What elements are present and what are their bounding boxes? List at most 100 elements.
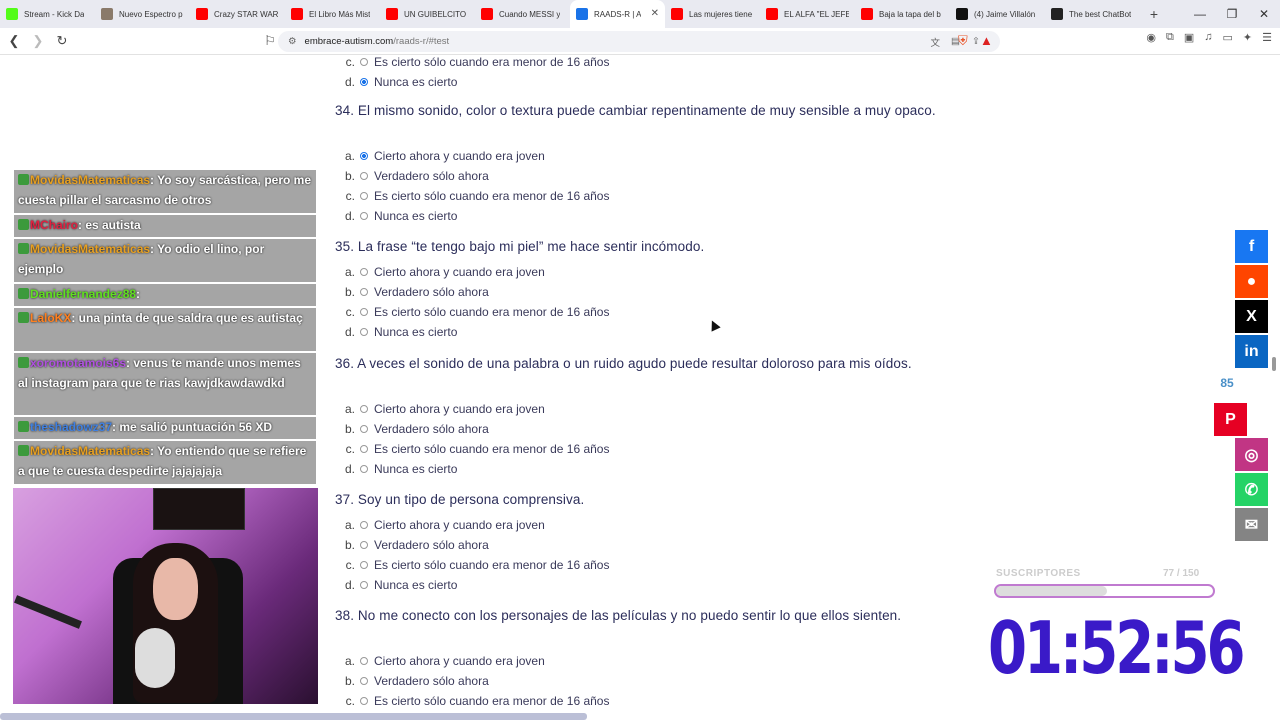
linkedin-share-icon[interactable]: in: [1235, 335, 1268, 368]
answer-option[interactable]: a. Cierto ahora y cuando era joven: [335, 399, 545, 419]
browser-tab[interactable]: Crazy STAR WAR: [190, 0, 285, 28]
browser-tab[interactable]: EL ALFA "EL JEFE": [760, 0, 855, 28]
radio-button[interactable]: [360, 677, 368, 685]
radio-button[interactable]: [360, 268, 368, 276]
answer-option[interactable]: b. Verdadero sólo ahora: [335, 535, 489, 555]
answer-option[interactable]: c. Es cierto sólo cuando era menor de 16 …: [335, 691, 610, 711]
answer-option[interactable]: a. Cierto ahora y cuando era joven: [335, 651, 545, 671]
answer-option[interactable]: d. Nunca es cierto: [335, 459, 457, 479]
tab-label: Nuevo Espectro p: [119, 9, 183, 19]
answer-option[interactable]: c. Es cierto sólo cuando era menor de 16 …: [335, 439, 610, 459]
radio-button[interactable]: [360, 308, 368, 316]
reddit-share-icon[interactable]: ●: [1235, 265, 1268, 298]
option-letter: b.: [344, 169, 355, 183]
instagram-share-icon[interactable]: ◎: [1235, 438, 1268, 471]
tab-favicon-icon: [956, 8, 968, 20]
browser-tab[interactable]: UN GUIBELCITO !: [380, 0, 475, 28]
browser-tab[interactable]: (4) Jaime Villalón: [950, 0, 1045, 28]
browser-tab[interactable]: Nuevo Espectro p: [95, 0, 190, 28]
tab-favicon-icon: [481, 8, 493, 20]
radio-button[interactable]: [360, 465, 368, 473]
facebook-share-icon[interactable]: f: [1235, 230, 1268, 263]
radio-button[interactable]: [360, 657, 368, 665]
radio-button[interactable]: [360, 288, 368, 296]
scrollbar-thumb[interactable]: [1272, 357, 1276, 371]
browser-tab[interactable]: El Libro Más Mist: [285, 0, 380, 28]
bookmark-icon[interactable]: ⚐: [260, 33, 280, 49]
brave-rewards-icon[interactable]: ▲: [980, 33, 993, 48]
answer-option[interactable]: d. Nunca es cierto: [335, 322, 457, 342]
browser-tab[interactable]: The best ChatBot: [1045, 0, 1140, 28]
answer-option[interactable]: a. Cierto ahora y cuando era joven: [335, 515, 545, 535]
browser-tab[interactable]: Cuando MESSI y: [475, 0, 570, 28]
browser-toolbar: ❮ ❯ ↻ ⚐ ⚙ embrace-autism.com/raads-r/#te…: [0, 28, 1280, 55]
extension-icon[interactable]: ◉: [1146, 31, 1156, 44]
x-share-icon[interactable]: X: [1235, 300, 1268, 333]
answer-option[interactable]: d. Nunca es cierto: [335, 206, 457, 226]
radio-button[interactable]: [360, 561, 368, 569]
minimize-button[interactable]: —: [1184, 0, 1216, 28]
answer-option[interactable]: d. Nunca es cierto: [335, 575, 457, 595]
radio-button[interactable]: [360, 58, 368, 66]
option-label: Es cierto sólo cuando era menor de 16 añ…: [374, 442, 610, 456]
browser-tab[interactable]: Las mujeres tiene: [665, 0, 760, 28]
answer-option[interactable]: c. Es cierto sólo cuando era menor de 16 …: [335, 55, 610, 72]
answer-option[interactable]: b. Verdadero sólo ahora: [335, 419, 489, 439]
radio-button[interactable]: [360, 328, 368, 336]
answer-option[interactable]: d. Nunca es cierto: [335, 72, 457, 92]
answer-option[interactable]: b. Verdadero sólo ahora: [335, 166, 489, 186]
close-window-button[interactable]: ✕: [1248, 0, 1280, 28]
reload-icon[interactable]: ↻: [52, 33, 72, 49]
option-letter: b.: [344, 422, 355, 436]
site-info-icon[interactable]: ⚙: [288, 36, 297, 47]
puzzle-icon[interactable]: ⧉: [1166, 31, 1174, 44]
answer-option[interactable]: a. Cierto ahora y cuando era joven: [335, 146, 545, 166]
radio-button[interactable]: [360, 697, 368, 705]
restore-button[interactable]: ❐: [1216, 0, 1248, 28]
radio-button[interactable]: [360, 541, 368, 549]
whatsapp-share-icon[interactable]: ✆: [1235, 473, 1268, 506]
leo-icon[interactable]: ✦: [1243, 31, 1252, 44]
media-icon[interactable]: ♫: [1204, 31, 1212, 44]
answer-option[interactable]: b. Verdadero sólo ahora: [335, 282, 489, 302]
chat-badge-icon: [18, 421, 29, 432]
browser-tab[interactable]: Stream - Kick Da: [0, 0, 95, 28]
radio-button[interactable]: [360, 172, 368, 180]
radio-button[interactable]: [360, 425, 368, 433]
radio-button[interactable]: [360, 152, 368, 160]
radio-button[interactable]: [360, 521, 368, 529]
radio-button[interactable]: [360, 192, 368, 200]
radio-button[interactable]: [360, 212, 368, 220]
new-tab-button[interactable]: +: [1140, 6, 1168, 22]
share-page-icon[interactable]: ⇪: [972, 36, 980, 47]
option-label: Nunca es cierto: [374, 325, 458, 339]
answer-option[interactable]: c. Es cierto sólo cuando era menor de 16 …: [335, 186, 610, 206]
translate-icon[interactable]: 文: [930, 35, 940, 49]
option-label: Verdadero sólo ahora: [374, 169, 489, 183]
pinterest-share-icon[interactable]: P: [1214, 403, 1247, 436]
sidebar-icon[interactable]: ▣: [1184, 31, 1194, 44]
wallet-icon[interactable]: ▭: [1223, 31, 1233, 44]
brave-shield-icon[interactable]: ⛨: [958, 33, 968, 49]
radio-button[interactable]: [360, 581, 368, 589]
browser-tab[interactable]: RAADS-R | A ✕: [570, 0, 665, 28]
answer-option[interactable]: b. Verdadero sólo ahora: [335, 671, 489, 691]
browser-tab[interactable]: Baja la tapa del b: [855, 0, 950, 28]
horizontal-scrollbar[interactable]: [0, 713, 587, 720]
answer-option[interactable]: c. Es cierto sólo cuando era menor de 16 …: [335, 302, 610, 322]
vertical-scrollbar[interactable]: [1268, 55, 1280, 720]
tab-favicon-icon: [861, 8, 873, 20]
tab-close-icon[interactable]: ✕: [651, 8, 659, 19]
address-bar[interactable]: ⚙ embrace-autism.com/raads-r/#test 文 ▤ ⇪: [278, 31, 1000, 52]
radio-button[interactable]: [360, 78, 368, 86]
forward-icon[interactable]: ❯: [28, 33, 48, 49]
chat-username: MovidasMatematicas: [30, 242, 151, 256]
back-icon[interactable]: ❮: [4, 33, 24, 49]
radio-button[interactable]: [360, 445, 368, 453]
radio-button[interactable]: [360, 405, 368, 413]
email-share-icon[interactable]: ✉: [1235, 508, 1268, 541]
answer-option[interactable]: a. Cierto ahora y cuando era joven: [335, 262, 545, 282]
menu-icon[interactable]: ☰: [1262, 31, 1272, 44]
chat-text: : me salió puntuación 56 XD: [112, 420, 273, 434]
answer-option[interactable]: c. Es cierto sólo cuando era menor de 16 …: [335, 555, 610, 575]
